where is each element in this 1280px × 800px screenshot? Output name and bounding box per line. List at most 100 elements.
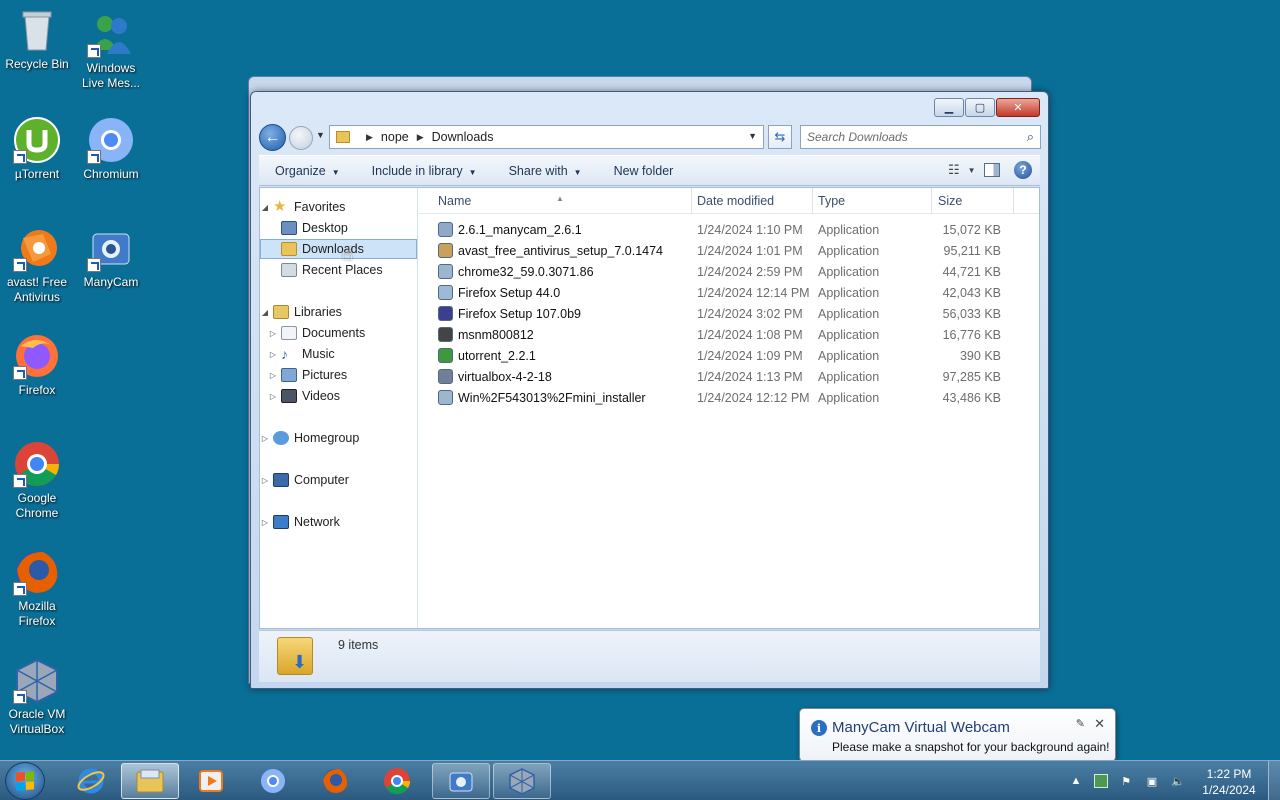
collapse-arrow-icon[interactable]: ◢ [260,308,270,317]
table-row[interactable]: virtualbox-4-2-18 1/24/2024 1:13 PM Applic… [419,366,1039,387]
taskbar-windows-explorer[interactable] [121,763,179,799]
table-row[interactable]: Firefox Setup 107.0b9 1/24/2024 3:02 PM Ap… [419,303,1039,324]
column-divider[interactable] [812,188,813,214]
file-name: Win%2F543013%2Fmini_installer [458,391,646,405]
breadcrumb-separator-icon[interactable]: ▶ [366,132,373,143]
file-list[interactable]: ▲ Name Date modified Type Size 2.6.1_man… [419,188,1039,628]
action-center-flag-icon[interactable]: ⚑ [1118,773,1134,789]
table-row[interactable]: Win%2F543013%2Fmini_installer 1/24/2024 1… [419,387,1039,408]
nav-pictures[interactable]: ▷ Pictures [260,365,417,385]
taskbar-internet-explorer[interactable] [62,763,120,799]
nav-label: Computer [294,473,349,487]
change-view-button[interactable]: ☷ ▼ [948,162,976,178]
include-in-library-button[interactable]: Include in library ▼ [356,164,493,178]
taskbar-virtualbox[interactable] [493,763,551,799]
nav-network[interactable]: ▷ Network [260,512,417,532]
recent-pages-dropdown[interactable]: ▼ [316,130,325,140]
preview-pane-icon[interactable] [984,163,1000,177]
column-type[interactable]: Type [818,194,845,208]
table-row[interactable]: 2.6.1_manycam_2.6.1 1/24/2024 1:10 PM Appl… [419,219,1039,240]
desktop-icon-label: Firefox [18,383,56,397]
column-divider[interactable] [931,188,932,214]
breadcrumb-downloads[interactable]: Downloads [432,130,494,144]
expand-arrow-icon[interactable]: ▷ [268,350,278,359]
expand-arrow-icon[interactable]: ▷ [268,371,278,380]
show-hidden-icons-button[interactable]: ▲ [1068,773,1084,789]
expand-arrow-icon[interactable]: ▷ [268,392,278,401]
network-tray-icon[interactable]: ▣ [1144,773,1160,789]
navigation-pane[interactable]: ◢ ★ Favorites Desktop Downloads Recent P… [260,188,418,628]
taskbar-google-chrome[interactable] [368,763,426,799]
notification-balloon[interactable]: i ManyCam Virtual Webcam ✎ ✕ Please make… [799,708,1116,762]
desktop-icon-firefox[interactable]: Firefox [0,332,74,398]
organize-button[interactable]: Organize ▼ [259,164,356,178]
virtualbox-icon [509,768,535,795]
refresh-button[interactable]: ⇆ [768,125,792,149]
clock[interactable]: 1:22 PM 1/24/2024 [1190,766,1268,798]
refresh-icon: ⇆ [774,129,786,144]
search-icon[interactable]: ⌕ [1027,129,1034,145]
column-divider[interactable] [1013,188,1014,214]
minimize-button[interactable]: ▁ [934,98,964,117]
column-name[interactable]: Name [438,194,471,208]
nav-favorites[interactable]: ◢ ★ Favorites [260,197,417,217]
share-with-button[interactable]: Share with ▼ [493,164,598,178]
file-size: 43,486 KB [942,391,1001,405]
nav-libraries[interactable]: ◢ Libraries [260,302,417,322]
taskbar-manycam[interactable] [432,763,490,799]
column-date-modified[interactable]: Date modified [697,194,774,208]
address-dropdown-icon[interactable]: ▼ [748,131,757,141]
table-row[interactable]: msnm800812 1/24/2024 1:08 PM Application 16… [419,324,1039,345]
table-row[interactable]: avast_free_antivirus_setup_7.0.1474 1/24/… [419,240,1039,261]
expand-arrow-icon[interactable]: ▷ [260,434,270,443]
manycam-tray-icon[interactable] [1094,774,1108,788]
back-button[interactable]: ← [259,124,286,151]
table-row[interactable]: utorrent_2.2.1 1/24/2024 1:09 PM Applicati… [419,345,1039,366]
file-name: Firefox Setup 44.0 [458,286,561,300]
options-icon[interactable]: ✎ [1076,717,1085,730]
desktop-icon-recycle-bin[interactable]: Recycle Bin [0,6,74,72]
desktop-icon-avast[interactable]: avast! Free Antivirus [0,224,74,305]
nav-desktop[interactable]: Desktop [260,218,417,238]
desktop-icon-manycam[interactable]: ManyCam [74,224,148,290]
expand-arrow-icon[interactable]: ▷ [260,476,270,485]
table-row[interactable]: chrome32_59.0.3071.86 1/24/2024 2:59 PM Ap… [419,261,1039,282]
desktop-icon-google-chrome[interactable]: Google Chrome [0,440,74,521]
close-button[interactable]: ✕ [996,98,1040,117]
forward-button[interactable] [289,126,313,150]
new-folder-button[interactable]: New folder [598,164,690,178]
nav-videos[interactable]: ▷ Videos [260,386,417,406]
nav-documents[interactable]: ▷ Documents [260,323,417,343]
taskbar-firefox[interactable] [306,763,364,799]
desktop-icon-messenger[interactable]: Windows Live Mes... [74,10,148,91]
nav-recent-places[interactable]: Recent Places [260,260,417,280]
nav-downloads[interactable]: Downloads [260,239,417,259]
taskbar-chromium[interactable] [244,763,302,799]
column-size[interactable]: Size [938,194,962,208]
desktop-icon-utorrent[interactable]: µTorrent [0,116,74,182]
notification-close-button[interactable]: ✕ [1094,716,1105,732]
desktop-icon-virtualbox[interactable]: Oracle VM VirtualBox [0,656,74,737]
expand-arrow-icon[interactable]: ▷ [268,329,278,338]
breadcrumb-separator-icon[interactable]: ▶ [417,132,424,143]
start-button[interactable] [5,762,45,800]
application-icon [438,348,453,363]
show-desktop-button[interactable] [1268,761,1280,800]
search-input[interactable]: Search Downloads ⌕ [800,125,1041,149]
breadcrumb-nope[interactable]: nope [381,130,409,144]
table-row[interactable]: Firefox Setup 44.0 1/24/2024 12:14 PM Appl… [419,282,1039,303]
network-icon [273,515,289,529]
nav-music[interactable]: ▷ ♪ Music [260,344,417,364]
collapse-arrow-icon[interactable]: ◢ [260,203,270,212]
desktop-icon-chromium[interactable]: Chromium [74,116,148,182]
taskbar-media-player[interactable] [182,763,240,799]
address-bar[interactable]: ▶ nope ▶ Downloads ▼ [329,125,764,149]
help-button[interactable]: ? [1014,161,1032,179]
desktop-icon-mozilla-firefox[interactable]: Mozilla Firefox [0,548,74,629]
nav-computer[interactable]: ▷ Computer [260,470,417,490]
volume-muted-icon[interactable]: 🔈 [1170,773,1186,789]
maximize-button[interactable]: ▢ [965,98,995,117]
expand-arrow-icon[interactable]: ▷ [260,518,270,527]
column-divider[interactable] [691,188,692,214]
nav-homegroup[interactable]: ▷ Homegroup [260,428,417,448]
